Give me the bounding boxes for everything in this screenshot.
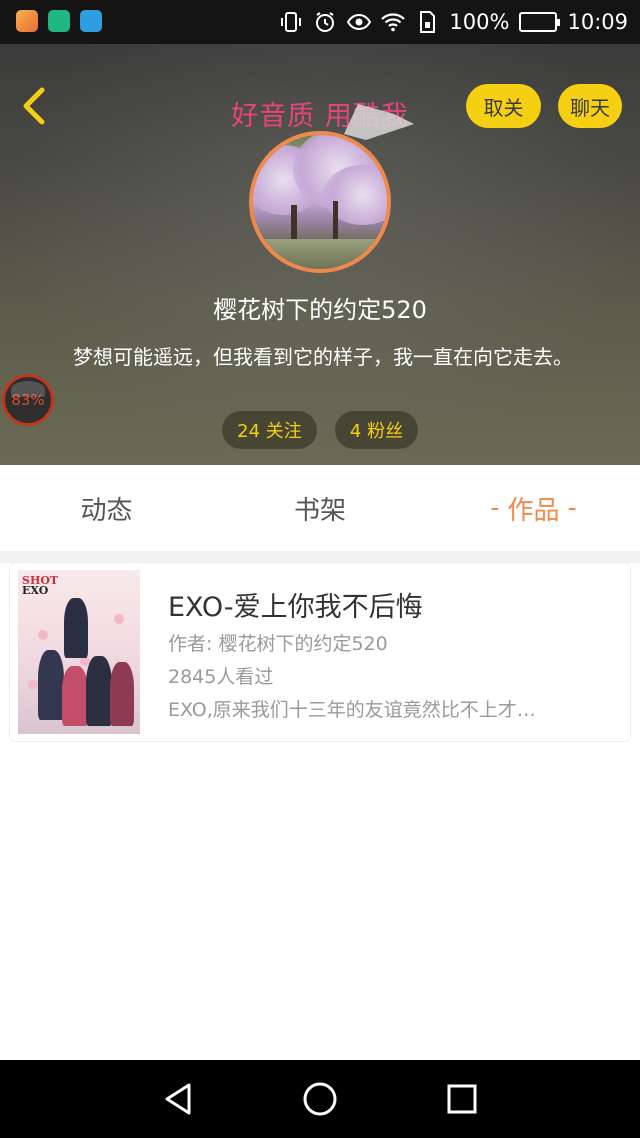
tab-active-dash-left: - [490, 493, 500, 523]
wifi-icon [381, 13, 406, 32]
tab-label: 作品 [507, 495, 560, 526]
work-views: 2845人看过 [168, 666, 274, 688]
promo-banner-text[interactable]: 好音质 用酷我 [0, 94, 640, 133]
book-cover: SHOT EXO [18, 570, 140, 734]
eye-icon [347, 13, 372, 31]
alarm-icon [316, 12, 335, 32]
sim-icon [420, 11, 436, 33]
username: 樱花树下的约定520 [213, 296, 427, 324]
chat-button[interactable]: 聊天 [558, 84, 622, 128]
tab-works[interactable]: - 作品 - [427, 465, 640, 551]
work-title: EXO-爱上你我不后悔 [168, 592, 423, 623]
cover-logo-exo: EXO [22, 584, 49, 597]
system-nav-bar [0, 1060, 640, 1138]
tabs-divider [0, 551, 640, 563]
shield-app-icon [48, 10, 70, 32]
floating-progress-badge[interactable]: 83% [2, 374, 54, 426]
work-summary: EXO,原来我们十三年的友谊竟然比不上才… [168, 699, 536, 721]
fans-count-button[interactable]: 4 粉丝 [335, 411, 418, 449]
fans-count-label: 4 粉丝 [349, 421, 404, 442]
user-bio: 梦想可能遥远，但我看到它的样子，我一直在向它走去。 [73, 345, 573, 369]
avatar[interactable] [249, 131, 391, 273]
clock-time: 10:09 [567, 10, 628, 34]
status-bar: 100% 10:09 [0, 0, 640, 44]
back-triangle-icon[interactable] [159, 1079, 199, 1119]
recents-square-icon[interactable] [442, 1079, 482, 1119]
health-app-icon [80, 10, 102, 32]
home-circle-icon[interactable] [300, 1079, 340, 1119]
tab-active-dash-right: - [567, 493, 577, 523]
profile-header: 好音质 用酷我 取关 聊天 樱花树下的约定520 梦想可能遥远，但我看到它的样子… [0, 44, 640, 465]
tab-dynamics[interactable]: 动态 [0, 465, 213, 551]
follow-count-button[interactable]: 24 关注 [222, 411, 317, 449]
follow-count-label: 24 关注 [237, 421, 302, 442]
gallery-app-icon [16, 10, 38, 32]
tab-label: 动态 [80, 495, 133, 526]
tab-bookshelf[interactable]: 书架 [213, 465, 427, 551]
unfollow-button[interactable]: 取关 [466, 84, 541, 128]
battery-icon [519, 12, 561, 32]
vibrate-icon [281, 12, 302, 32]
tab-label: 书架 [293, 495, 346, 526]
profile-tabs: 动态 书架 - 作品 - [0, 465, 640, 551]
list-item[interactable]: SHOT EXO EXO-爱上你我不后悔 作者: 樱花树下的约定520 2845… [10, 563, 630, 741]
battery-percent: 100% [449, 10, 510, 34]
work-author: 作者: 樱花树下的约定520 [168, 633, 388, 655]
